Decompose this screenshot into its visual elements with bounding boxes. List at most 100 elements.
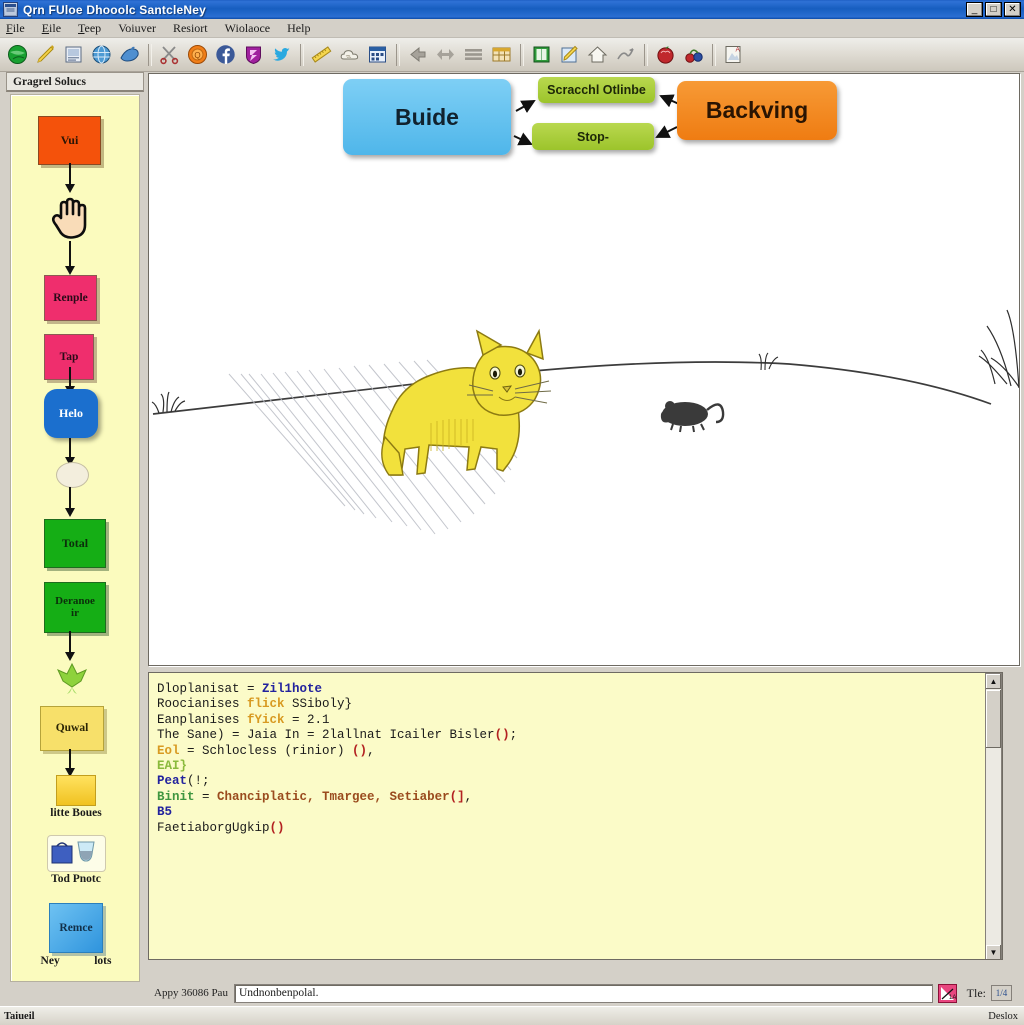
cherries-icon[interactable] bbox=[681, 42, 706, 68]
tile-value-box[interactable]: 1/4 bbox=[991, 985, 1012, 1001]
ruler-icon[interactable] bbox=[309, 42, 334, 68]
menu-rest: eep bbox=[84, 20, 102, 35]
tool-photo-item[interactable]: Tod Pnotc bbox=[11, 835, 139, 885]
forward-arrow-icon[interactable] bbox=[433, 42, 458, 68]
code-line: B5 bbox=[157, 805, 1002, 820]
menu-accel: E bbox=[41, 20, 50, 35]
code-token: = Schlocless (rinior) bbox=[179, 743, 353, 758]
globe-icon[interactable] bbox=[5, 42, 30, 68]
notes-pencil-icon[interactable] bbox=[557, 42, 582, 68]
code-line: The Sane) = Jaia In = 2lallnat Icailer B… bbox=[157, 728, 1002, 743]
arrow-5 bbox=[65, 487, 75, 517]
book-green-icon[interactable] bbox=[529, 42, 554, 68]
code-token: FaetiaborgUgkip bbox=[157, 820, 270, 835]
code-token: Eanplanises bbox=[157, 712, 248, 727]
apple-red-icon[interactable] bbox=[653, 42, 678, 68]
scribble-icon[interactable] bbox=[613, 42, 638, 68]
arrow-7 bbox=[65, 749, 75, 777]
code-token: Zil1hote bbox=[262, 682, 323, 696]
cloud-icon[interactable] bbox=[337, 42, 362, 68]
menu-label: Resiort bbox=[172, 20, 208, 35]
code-token: EAI} bbox=[157, 759, 188, 774]
vertical-scroll-thumb[interactable] bbox=[986, 690, 1001, 748]
shield-purple-icon[interactable] bbox=[241, 42, 266, 68]
code-token: The Sane) = Jaia In = 2lallnat Icailer B… bbox=[157, 728, 495, 743]
code-token: Chanciplatic, Tmargee, Setiaber bbox=[217, 789, 450, 804]
image-doc-icon[interactable]: A bbox=[721, 42, 746, 68]
code-line: Eol = Schlocless (rinior) (), bbox=[157, 744, 1002, 759]
table-icon[interactable] bbox=[489, 42, 514, 68]
menu-item-resiort[interactable]: Resiort bbox=[173, 21, 208, 36]
node-vui[interactable]: Vui bbox=[38, 116, 101, 165]
code-editor-panel: Dloplanisat = Zil1hote Roocianises flick … bbox=[148, 672, 1020, 962]
menu-item-eile[interactable]: Eile bbox=[42, 21, 61, 36]
node-quwal[interactable]: Quwal bbox=[40, 706, 104, 751]
bag-and-cup-icon bbox=[46, 835, 106, 872]
taskbar-right-label[interactable]: Deslox bbox=[988, 1011, 1018, 1022]
tile-value: 1/4 bbox=[995, 988, 1008, 998]
menu-item-teep[interactable]: Teep bbox=[78, 21, 101, 36]
menu-label: Help bbox=[287, 20, 311, 35]
diagram-canvas[interactable]: Buide Scracchl Otlinbe Stop- Backving bbox=[148, 73, 1020, 666]
little-boxes-label: litte Boues bbox=[50, 807, 102, 819]
document-icon[interactable] bbox=[61, 42, 86, 68]
toolbar-separator bbox=[396, 43, 400, 66]
blue-square-icon: Remce bbox=[49, 903, 103, 953]
facebook-icon[interactable] bbox=[213, 42, 238, 68]
graph-solver-list[interactable]: Vui Renple Tap Helo Total Deranoe ir Quw… bbox=[10, 94, 140, 982]
code-editor[interactable]: Dloplanisat = Zil1hote Roocianises flick … bbox=[148, 672, 1003, 960]
scissors-icon[interactable] bbox=[157, 42, 182, 68]
close-button[interactable]: ✕ bbox=[1004, 2, 1021, 17]
arrow-1 bbox=[65, 163, 75, 193]
code-vertical-scrollbar[interactable]: ▲ ▼ bbox=[985, 673, 1002, 959]
dolphin-icon[interactable] bbox=[117, 42, 142, 68]
code-token: fYick bbox=[247, 712, 285, 727]
scroll-up-button[interactable]: ▲ bbox=[986, 674, 1001, 689]
node-ellipse[interactable] bbox=[56, 462, 89, 488]
scroll-down-button[interactable]: ▼ bbox=[986, 945, 1001, 959]
list-lines-icon[interactable] bbox=[461, 42, 486, 68]
code-line: Peat(!; bbox=[157, 774, 1002, 789]
twitter-bird-icon[interactable] bbox=[269, 42, 294, 68]
hand-cursor-icon bbox=[44, 191, 96, 243]
node-total[interactable]: Total bbox=[44, 519, 106, 568]
maximize-button[interactable]: □ bbox=[985, 2, 1002, 17]
remote-item[interactable]: Remce Ney lots bbox=[11, 903, 139, 967]
warning-triangle-icon[interactable]: 1A bbox=[937, 983, 957, 1003]
app-window-icon bbox=[3, 2, 18, 17]
status-bar: Appy 36086 Pau Undnonbenpolal. 1A Tle: 1… bbox=[148, 980, 1020, 1006]
calendar-icon[interactable] bbox=[365, 42, 390, 68]
menu-item-help[interactable]: Help bbox=[287, 21, 310, 36]
taskbar-left-label[interactable]: Taiueil bbox=[4, 1011, 35, 1022]
little-boxes-item[interactable]: litte Boues bbox=[11, 775, 139, 819]
code-line: FaetiaborgUgkip() bbox=[157, 821, 1002, 836]
status-input[interactable]: Undnonbenpolal. bbox=[233, 983, 933, 1003]
home-icon[interactable] bbox=[585, 42, 610, 68]
code-token: B5 bbox=[157, 805, 173, 820]
coin-icon[interactable]: Q bbox=[185, 42, 210, 68]
cat-and-mouse-drawing bbox=[151, 309, 1019, 535]
back-arrow-icon[interactable] bbox=[405, 42, 430, 68]
node-deranoe[interactable]: Deranoe ir bbox=[44, 582, 106, 633]
pencil-icon[interactable] bbox=[33, 42, 58, 68]
code-token: Eol bbox=[157, 743, 180, 758]
toolbar-separator bbox=[148, 43, 152, 66]
code-token: flick bbox=[247, 697, 285, 712]
menu-item-file[interactable]: File bbox=[6, 21, 25, 36]
window-title: Qrn FUloe Dhooolc SantcleNey bbox=[23, 2, 206, 17]
browser-globe-icon[interactable] bbox=[89, 42, 114, 68]
minimize-button[interactable]: _ bbox=[966, 2, 983, 17]
toolbar-separator bbox=[712, 43, 716, 66]
menu-accel: F bbox=[6, 20, 13, 35]
node-deranoe-label: Deranoe ir bbox=[55, 594, 95, 619]
remote-label: Ney lots bbox=[40, 955, 112, 967]
node-total-label: Total bbox=[61, 536, 89, 551]
node-renple-label: Renple bbox=[53, 291, 88, 304]
menu-item-wiolaoce[interactable]: Wiolaoce bbox=[225, 21, 271, 36]
flower-icon bbox=[55, 661, 89, 695]
tile-label: Tle: bbox=[966, 985, 986, 1000]
code-token: () bbox=[269, 820, 285, 835]
node-renple[interactable]: Renple bbox=[44, 275, 97, 321]
node-helo[interactable]: Helo bbox=[44, 389, 98, 438]
menu-item-voiuver[interactable]: Voiuver bbox=[118, 21, 156, 36]
